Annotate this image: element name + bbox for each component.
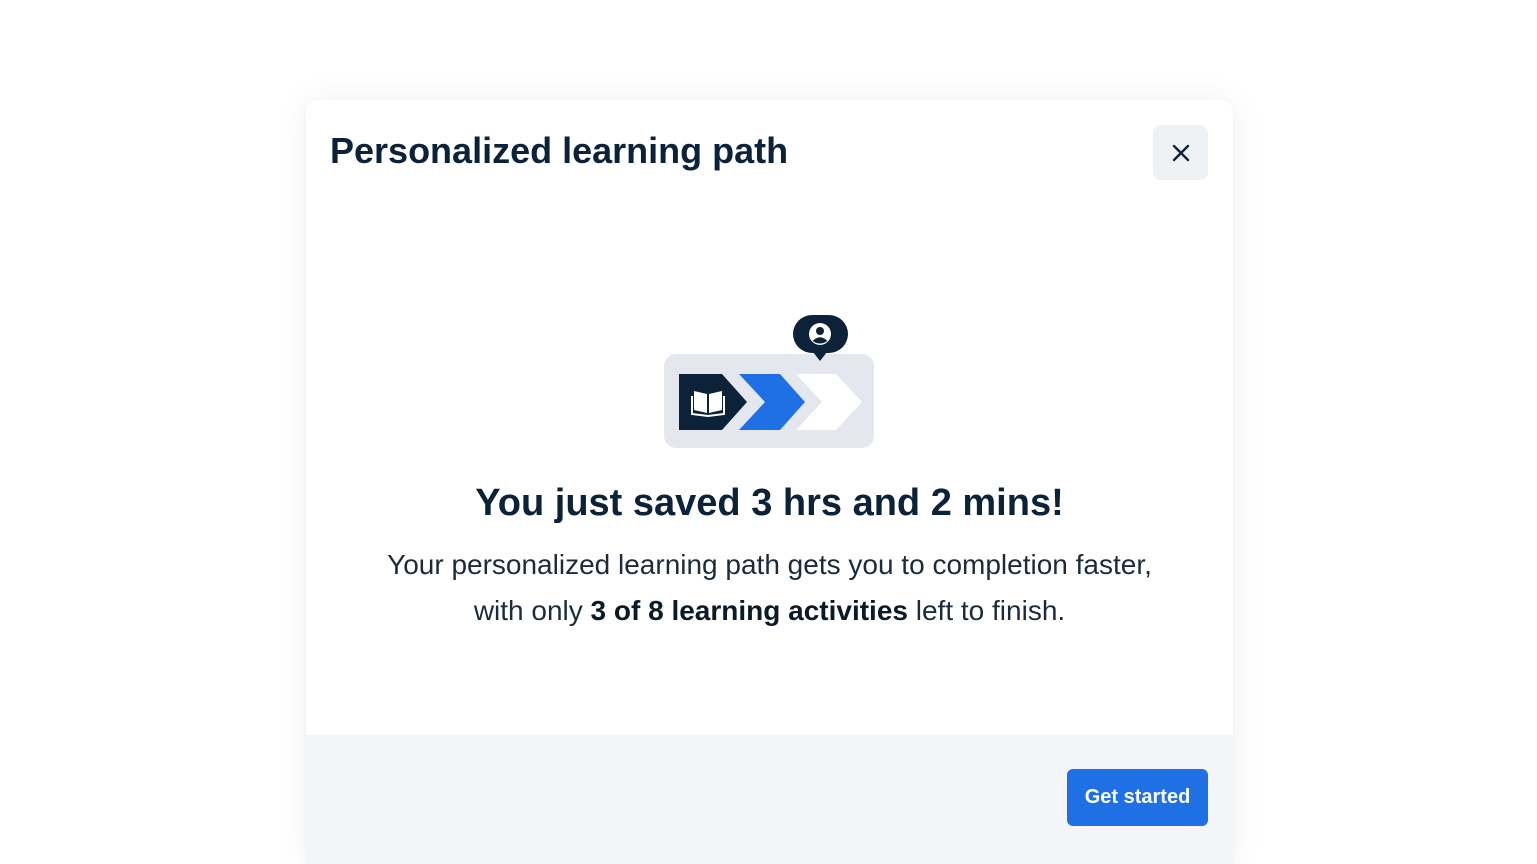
modal-footer: Get started	[306, 735, 1233, 864]
close-icon	[1172, 144, 1189, 161]
close-button[interactable]	[1153, 125, 1208, 180]
savings-description: Your personalized learning path gets you…	[306, 542, 1233, 634]
description-prefix: with only	[473, 595, 591, 626]
modal-title: Personalized learning path	[330, 130, 789, 171]
learning-path-modal: Personalized learning path You just save…	[306, 100, 1233, 864]
description-line-1: Your personalized learning path gets you…	[387, 549, 1152, 580]
learning-path-illustration	[660, 312, 880, 452]
activities-count: 3 of 8 learning activities	[590, 595, 908, 626]
description-suffix: left to finish.	[907, 595, 1066, 626]
savings-headline: You just saved 3 hrs and 2 mins!	[475, 482, 1064, 524]
get-started-button[interactable]: Get started	[1067, 769, 1208, 826]
